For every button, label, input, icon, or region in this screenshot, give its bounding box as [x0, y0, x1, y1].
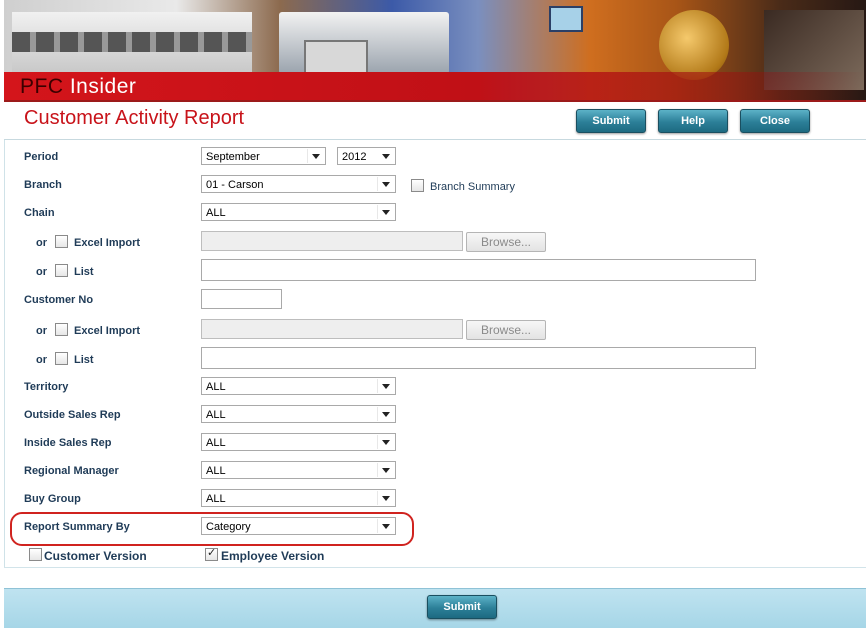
chevron-down-icon [382, 384, 390, 389]
customer-no-input[interactable] [201, 289, 282, 309]
header-divider [4, 100, 866, 102]
inside-sales-rep-value: ALL [206, 437, 226, 449]
branch-select[interactable]: 01 - Carson [201, 175, 396, 193]
brand-title: PFC Insider [20, 75, 136, 99]
chevron-down-icon [382, 496, 390, 501]
customer-excel-import-checkbox[interactable] [55, 323, 68, 336]
outside-sales-rep-select[interactable]: ALL [201, 405, 396, 423]
customer-list-label: List [74, 354, 94, 366]
period-year-select[interactable]: 2012 [337, 147, 396, 165]
employee-version-checkbox[interactable] [205, 546, 218, 561]
chain-value: ALL [206, 207, 226, 219]
customer-file-input[interactable] [201, 319, 463, 339]
branch-summary-checkbox[interactable] [411, 179, 424, 192]
customer-excel-import-label: Excel Import [74, 325, 141, 337]
period-month-value: September [206, 151, 260, 163]
chevron-down-icon [382, 154, 390, 159]
chain-list-input[interactable] [201, 259, 756, 281]
customer-list-checkbox[interactable] [55, 352, 68, 365]
period-month-select[interactable]: September [201, 147, 326, 165]
banner-coin-image [659, 10, 729, 80]
branch-label: Branch [24, 179, 62, 191]
customer-or-label: or [36, 325, 47, 337]
brand-suffix: Insider [63, 75, 137, 98]
territory-label: Territory [24, 381, 69, 393]
banner-building-image [12, 12, 252, 76]
chain-label: Chain [24, 207, 55, 219]
territory-select[interactable]: ALL [201, 377, 396, 395]
buy-group-label: Buy Group [24, 493, 81, 505]
inside-sales-rep-select[interactable]: ALL [201, 433, 396, 451]
chevron-down-icon [382, 412, 390, 417]
page-title: Customer Activity Report [24, 107, 245, 129]
territory-value: ALL [206, 381, 226, 393]
chevron-down-icon [382, 468, 390, 473]
outside-sales-rep-value: ALL [206, 409, 226, 421]
regional-manager-value: ALL [206, 465, 226, 477]
chain-select[interactable]: ALL [201, 203, 396, 221]
chain-excel-import-checkbox[interactable] [55, 235, 68, 248]
banner-computer-image [549, 6, 583, 32]
period-year-value: 2012 [342, 151, 367, 163]
buy-group-select[interactable]: ALL [201, 489, 396, 507]
regional-manager-select[interactable]: ALL [201, 461, 396, 479]
chain-or-label: or [36, 237, 47, 249]
inside-sales-rep-label: Inside Sales Rep [24, 437, 112, 449]
customer-or-label-2: or [36, 354, 47, 366]
brand-prefix: PFC [20, 75, 64, 98]
period-label: Period [24, 151, 59, 163]
chevron-down-icon [382, 182, 390, 187]
chain-list-label: List [74, 266, 94, 278]
buy-group-value: ALL [206, 493, 226, 505]
regional-manager-label: Regional Manager [24, 465, 119, 477]
footer-submit-button[interactable]: Submit [427, 595, 497, 619]
chevron-down-icon [382, 440, 390, 445]
branch-value: 01 - Carson [206, 179, 264, 191]
customer-version-checkbox[interactable] [29, 548, 42, 561]
customer-no-label: Customer No [24, 294, 94, 306]
report-summary-highlight [10, 512, 414, 546]
chain-file-input[interactable] [201, 231, 463, 251]
chain-list-checkbox[interactable] [55, 264, 68, 277]
customer-browse-button[interactable]: Browse... [466, 320, 546, 340]
chevron-down-icon [312, 154, 320, 159]
branch-summary-label: Branch Summary [430, 181, 515, 193]
chain-excel-import-label: Excel Import [74, 237, 141, 249]
chain-or-label-2: or [36, 266, 47, 278]
form-gap [4, 568, 866, 588]
close-button[interactable]: Close [740, 109, 810, 133]
chain-browse-button[interactable]: Browse... [466, 232, 546, 252]
help-button[interactable]: Help [658, 109, 728, 133]
customer-version-label: Customer Version [44, 549, 147, 563]
employee-version-label: Employee Version [221, 549, 325, 563]
outside-sales-rep-label: Outside Sales Rep [24, 409, 121, 421]
submit-button[interactable]: Submit [576, 109, 646, 133]
customer-list-input[interactable] [201, 347, 756, 369]
chevron-down-icon [382, 210, 390, 215]
